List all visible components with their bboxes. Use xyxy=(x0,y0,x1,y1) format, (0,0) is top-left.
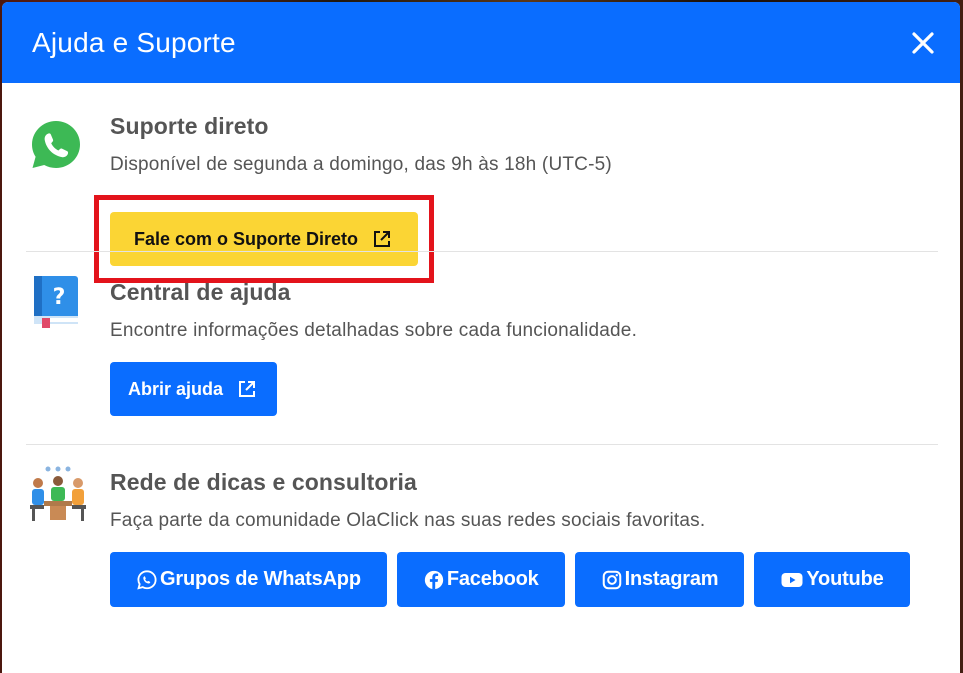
button-label: Facebook xyxy=(446,568,539,590)
external-link-icon xyxy=(374,231,391,247)
section-description: Disponível de segunda a domingo, das 9h … xyxy=(110,154,612,175)
help-book-icon: ? xyxy=(34,276,78,328)
button-label: Fale com o Suporte Direto xyxy=(134,228,359,249)
button-label: Instagram xyxy=(624,568,719,590)
button-label: Abrir ajuda xyxy=(128,378,224,399)
help-center-section: ? Central de ajuda Encontre informações … xyxy=(26,251,938,444)
section-description: Encontre informações detalhadas sobre ca… xyxy=(110,320,638,341)
help-support-modal: Ajuda e Suporte Suporte direto Disponíve… xyxy=(2,2,960,673)
button-label: Grupos de WhatsApp xyxy=(160,568,361,590)
direct-support-section: Suporte direto Disponível de segunda a d… xyxy=(26,83,938,283)
modal-title: Ajuda e Suporte xyxy=(32,26,236,58)
section-title: Suporte direto xyxy=(110,113,269,139)
button-label: Youtube xyxy=(806,568,884,590)
whatsapp-groups-button[interactable]: Grupos de WhatsApp xyxy=(110,552,387,607)
team-meeting-icon xyxy=(30,466,86,521)
section-description: Faça parte da comunidade OlaClick nas su… xyxy=(110,510,706,531)
svg-text:?: ? xyxy=(53,285,66,310)
open-help-button[interactable]: Abrir ajuda xyxy=(110,362,278,416)
instagram-icon xyxy=(602,570,621,589)
modal-header: Ajuda e Suporte xyxy=(2,2,960,83)
close-icon xyxy=(912,31,934,54)
whatsapp-icon xyxy=(137,569,157,590)
youtube-button[interactable]: Youtube xyxy=(754,552,910,607)
facebook-icon xyxy=(424,570,444,589)
section-title: Rede de dicas e consultoria xyxy=(110,469,417,495)
social-buttons: Grupos de WhatsApp Facebook Instagram Yo… xyxy=(110,552,938,607)
community-section: Rede de dicas e consultoria Faça parte d… xyxy=(26,444,938,607)
close-button[interactable] xyxy=(908,28,938,58)
external-link-icon xyxy=(239,381,256,397)
youtube-icon xyxy=(781,572,803,587)
section-title: Central de ajuda xyxy=(110,279,291,305)
instagram-button[interactable]: Instagram xyxy=(574,552,745,607)
facebook-button[interactable]: Facebook xyxy=(396,552,565,607)
whatsapp-icon xyxy=(32,121,80,168)
